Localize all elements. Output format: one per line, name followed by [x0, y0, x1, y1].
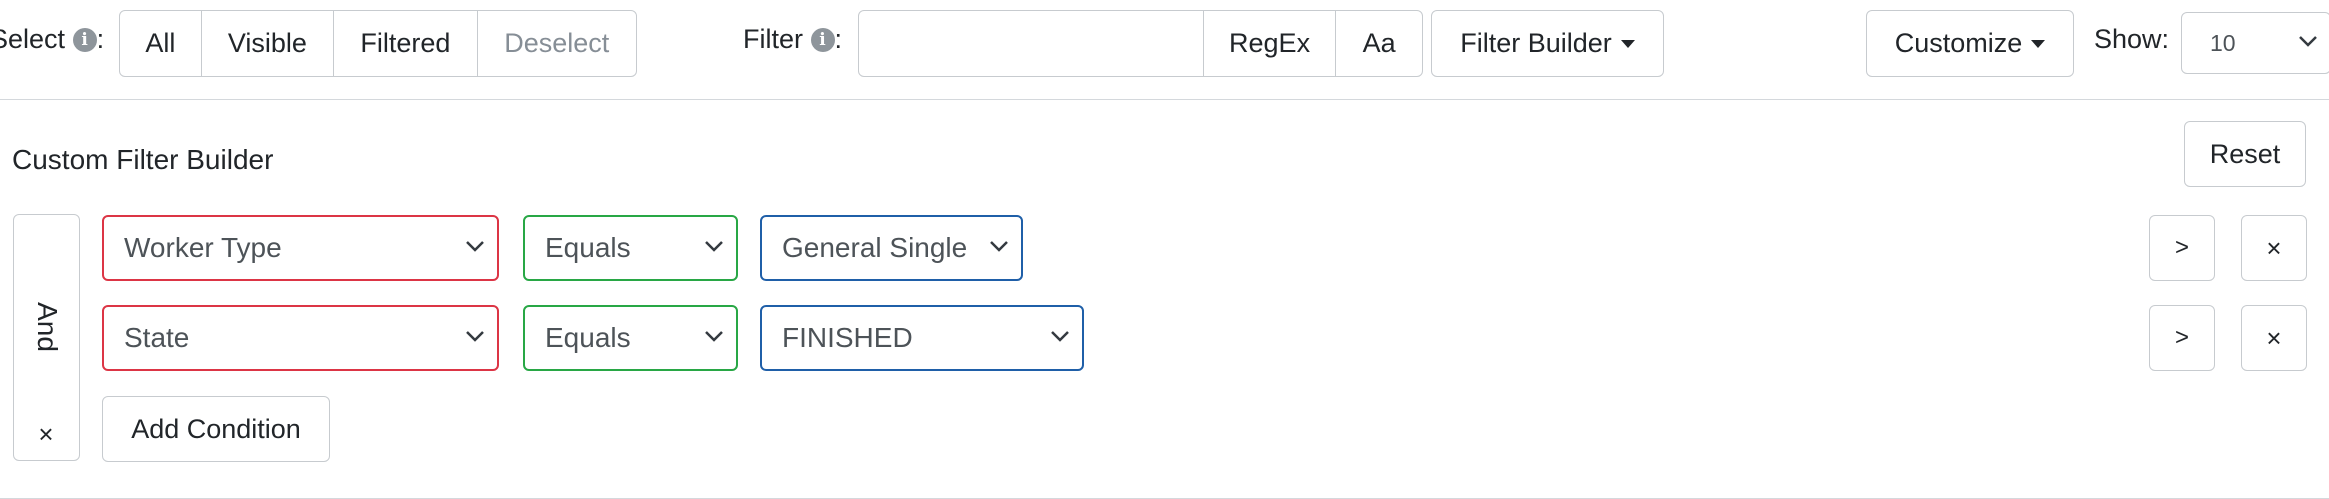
filter-builder-button[interactable]: Filter Builder	[1431, 10, 1664, 77]
condition-value-select[interactable]: FINISHED	[760, 305, 1084, 371]
condition-value-value: FINISHED	[782, 322, 913, 353]
select-button-group: All Visible Filtered Deselect	[119, 10, 637, 77]
info-icon[interactable]: i	[72, 28, 97, 52]
select-all-button[interactable]: All	[120, 11, 202, 76]
case-sensitive-toggle-button[interactable]: Aa	[1336, 11, 1422, 76]
filter-label-group: Filter i:	[743, 24, 843, 54]
add-condition-button[interactable]: Add Condition	[102, 396, 330, 462]
chevron-down-icon	[466, 241, 484, 252]
condition-operator-value: Equals	[545, 322, 631, 353]
indent-condition-button[interactable]: >	[2149, 215, 2215, 281]
chevron-down-icon	[705, 331, 723, 342]
condition-field-select[interactable]: State	[102, 305, 499, 371]
caret-down-icon	[1620, 39, 1635, 48]
chevron-down-icon	[466, 331, 484, 342]
select-filtered-button[interactable]: Filtered	[334, 11, 478, 76]
filter-builder-panel	[0, 99, 2329, 499]
chevron-down-icon	[705, 241, 723, 252]
page-size-select[interactable]: 10	[2181, 12, 2329, 74]
customize-label: Customize	[1894, 28, 2023, 58]
regex-toggle-button[interactable]: RegEx	[1204, 11, 1337, 76]
condition-operator-select[interactable]: Equals	[523, 215, 738, 281]
filter-label: Filter	[743, 24, 803, 54]
chevron-down-icon	[990, 241, 1008, 252]
filter-input-group: RegEx Aa	[858, 10, 1423, 77]
condition-value-select[interactable]: General Single	[760, 215, 1023, 281]
condition-field-select[interactable]: Worker Type	[102, 215, 499, 281]
logic-group[interactable]: And ×	[13, 214, 80, 461]
chevron-down-icon	[1051, 331, 1069, 342]
chevron-down-icon	[2299, 36, 2317, 47]
customize-button[interactable]: Customize	[1866, 10, 2074, 77]
caret-down-icon	[2031, 39, 2046, 48]
condition-operator-value: Equals	[545, 232, 631, 263]
remove-logic-icon[interactable]: ×	[14, 419, 78, 450]
show-label: Show:	[2094, 24, 2170, 54]
indent-condition-button[interactable]: >	[2149, 305, 2215, 371]
condition-value-value: General Single	[782, 232, 968, 263]
logic-label[interactable]: And	[29, 295, 63, 359]
condition-operator-select[interactable]: Equals	[523, 305, 738, 371]
page-size-value: 10	[2210, 29, 2236, 56]
select-visible-button[interactable]: Visible	[202, 11, 335, 76]
filter-input[interactable]	[859, 11, 1204, 76]
filter-builder-title: Custom Filter Builder	[12, 144, 274, 175]
condition-field-value: Worker Type	[124, 232, 282, 263]
remove-condition-button[interactable]: ×	[2241, 215, 2307, 281]
condition-field-value: State	[124, 322, 190, 353]
info-icon[interactable]: i	[810, 28, 835, 52]
select-label: Select	[0, 24, 66, 54]
deselect-button[interactable]: Deselect	[478, 11, 636, 76]
filter-builder-label: Filter Builder	[1460, 28, 1612, 58]
reset-button[interactable]: Reset	[2184, 121, 2306, 187]
select-label-group: Select i:	[0, 24, 104, 55]
remove-condition-button[interactable]: ×	[2241, 305, 2307, 371]
